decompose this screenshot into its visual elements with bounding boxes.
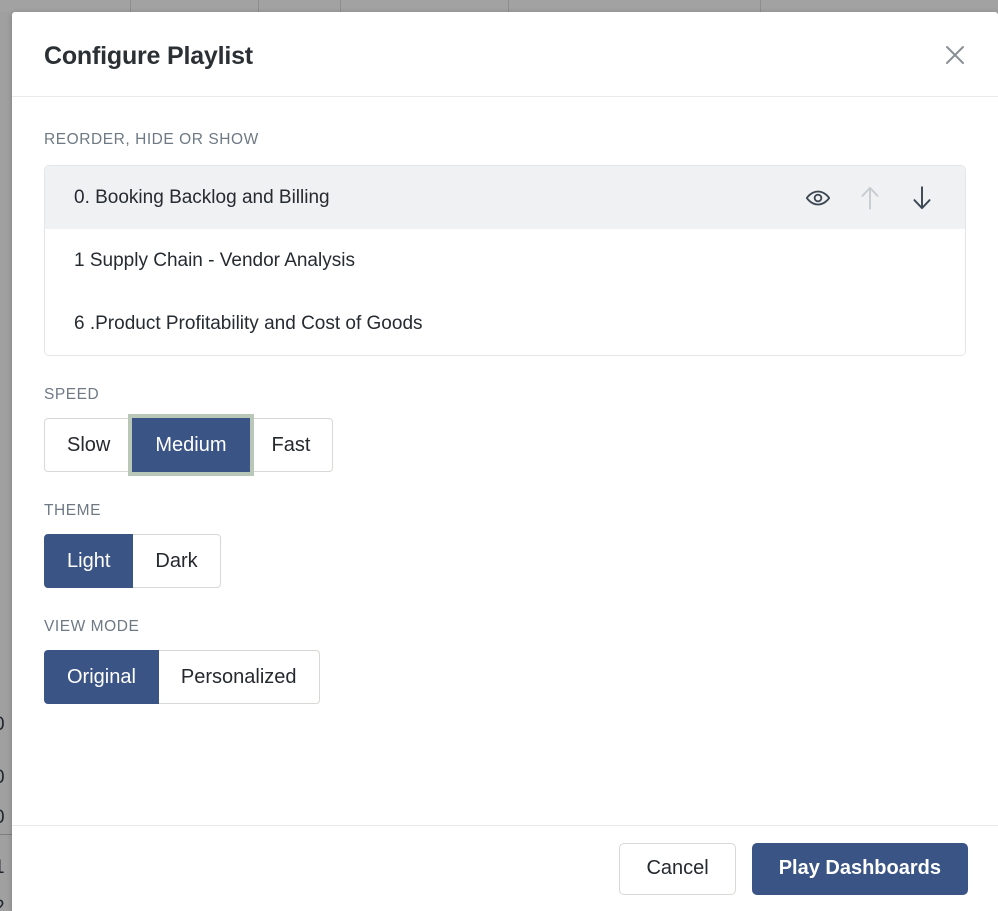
move-up-button[interactable]: [855, 183, 885, 213]
view-mode-option-original[interactable]: Original: [44, 650, 159, 704]
speed-option-slow[interactable]: Slow: [44, 418, 133, 472]
view-mode-section: View mode Original Personalized: [44, 618, 966, 704]
list-item-label: 0. Booking Backlog and Billing: [74, 187, 803, 209]
list-item[interactable]: 6 .Product Profitability and Cost of Goo…: [45, 292, 965, 355]
backdrop-column-divider: [508, 0, 509, 12]
arrow-up-icon: [857, 184, 883, 212]
backdrop-fragment: 0: [0, 767, 5, 789]
backdrop-column-divider: [130, 0, 131, 12]
speed-segmented-control: Slow Medium Fast: [44, 418, 333, 472]
list-item-actions: [803, 183, 937, 213]
list-item-label: 6 .Product Profitability and Cost of Goo…: [74, 313, 947, 335]
play-dashboards-button[interactable]: Play Dashboards: [752, 843, 968, 895]
theme-option-dark[interactable]: Dark: [132, 534, 220, 588]
backdrop-top-bar: [0, 0, 998, 12]
modal-body: Reorder, hide or show 0. Booking Backlog…: [12, 97, 998, 825]
modal-footer: Cancel Play Dashboards: [12, 825, 998, 911]
theme-section-label: Theme: [44, 502, 966, 520]
view-mode-option-personalized[interactable]: Personalized: [158, 650, 320, 704]
view-mode-segmented-control: Original Personalized: [44, 650, 320, 704]
modal-header: Configure Playlist: [12, 12, 998, 97]
theme-option-light[interactable]: Light: [44, 534, 133, 588]
speed-section-label: Speed: [44, 386, 966, 404]
page-title: Configure Playlist: [44, 42, 253, 71]
close-icon: [942, 42, 968, 68]
backdrop-fragment: 2: [0, 897, 5, 911]
reorder-section-label: Reorder, hide or show: [44, 131, 966, 149]
backdrop-fragment: 0: [0, 807, 5, 829]
list-item[interactable]: 1 Supply Chain - Vendor Analysis: [45, 229, 965, 292]
list-item[interactable]: 0. Booking Backlog and Billing: [45, 166, 965, 229]
backdrop-text-fragments: 0 0 0 1 2: [0, 12, 12, 911]
speed-option-fast[interactable]: Fast: [249, 418, 334, 472]
backdrop-fragment: 1: [0, 857, 5, 879]
playlist-items-list: 0. Booking Backlog and Billing: [44, 165, 966, 356]
backdrop-rule: [0, 834, 12, 835]
cancel-button[interactable]: Cancel: [619, 843, 735, 895]
backdrop-column-divider: [760, 0, 761, 12]
configure-playlist-modal: Configure Playlist Reorder, hide or show…: [12, 12, 998, 911]
backdrop-column-divider: [340, 0, 341, 12]
backdrop-fragment: 0: [0, 714, 5, 736]
eye-icon: [805, 185, 831, 211]
theme-segmented-control: Light Dark: [44, 534, 221, 588]
view-mode-section-label: View mode: [44, 618, 966, 636]
reorder-section: Reorder, hide or show 0. Booking Backlog…: [44, 131, 966, 356]
speed-section: Speed Slow Medium Fast: [44, 386, 966, 472]
backdrop-column-divider: [258, 0, 259, 12]
arrow-down-icon: [909, 184, 935, 212]
list-item-label: 1 Supply Chain - Vendor Analysis: [74, 250, 947, 272]
move-down-button[interactable]: [907, 183, 937, 213]
theme-section: Theme Light Dark: [44, 502, 966, 588]
toggle-visibility-button[interactable]: [803, 183, 833, 213]
speed-option-medium[interactable]: Medium: [132, 418, 249, 472]
close-button[interactable]: [936, 36, 974, 74]
